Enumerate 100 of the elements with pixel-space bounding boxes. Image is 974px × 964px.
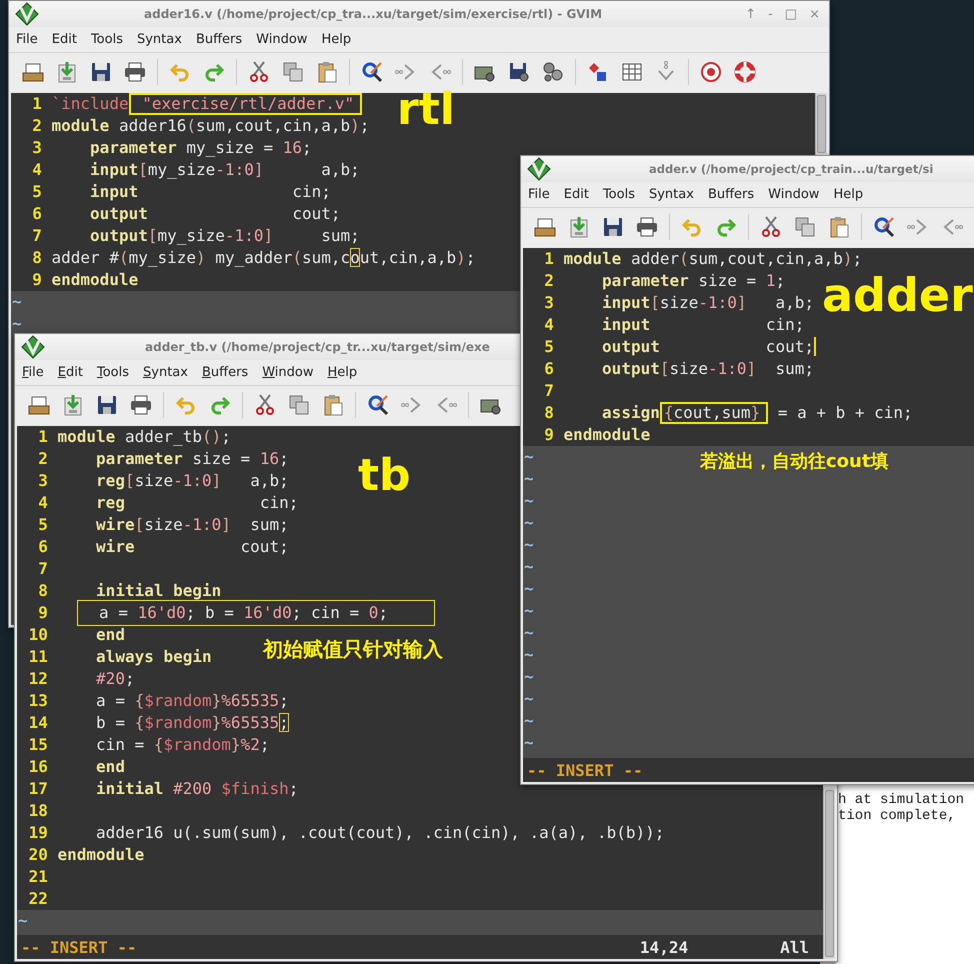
floppy-icon[interactable] [95, 393, 119, 417]
code-text: input cin; [601, 314, 804, 336]
line-number: 6 [37, 536, 48, 558]
line-number: 2 [37, 448, 48, 470]
menu-item[interactable]: Window [256, 32, 308, 47]
menu-item[interactable]: Edit [564, 187, 589, 202]
code-text: input cin; [89, 181, 331, 203]
code-text: parameter size = 1; [601, 270, 786, 292]
code-text: `include [52, 93, 129, 115]
code-text: input[my_size-1:0] a,b; [89, 159, 360, 181]
menu-item[interactable]: File [16, 32, 38, 47]
search-icon[interactable] [366, 393, 390, 417]
floppy-icon[interactable] [601, 215, 625, 239]
tilde-marker: ~ [524, 601, 534, 620]
menu-item[interactable]: Syntax [648, 187, 694, 202]
line-number: 1 [543, 248, 554, 270]
menu-item[interactable]: Buffers [708, 187, 754, 202]
code-text: #20; [95, 668, 135, 690]
code-text: endmodule [564, 424, 650, 446]
search-icon[interactable] [872, 215, 896, 239]
menu-item[interactable]: Window [768, 187, 820, 202]
annotation-label: 若溢出，自动往cout填 [700, 452, 888, 472]
highlight-box: "exercise/rtl/adder.v" [128, 93, 362, 115]
copy-icon[interactable] [281, 60, 305, 84]
menu-item[interactable]: Buffers [196, 32, 242, 47]
line-number: 6 [543, 358, 554, 380]
menu-item[interactable]: Window [262, 365, 314, 380]
floppy-gear-icon[interactable] [507, 60, 531, 84]
code-text: initial #200 $finish; [95, 778, 298, 800]
scrollbar[interactable] [815, 93, 827, 155]
menu-item[interactable]: Tools [96, 365, 129, 380]
tilde-marker: ~ [524, 469, 534, 488]
lifebuoy-icon[interactable] [733, 60, 757, 84]
scissors-icon[interactable] [253, 393, 277, 417]
tilde-marker: ~ [524, 557, 534, 576]
menu-item[interactable]: Syntax [143, 365, 188, 380]
line-number: 8 [543, 402, 554, 424]
code-text: assign [601, 402, 660, 424]
line-number: 20 [28, 844, 48, 866]
line-number: 1 [37, 426, 48, 448]
menu-item[interactable]: Syntax [136, 32, 182, 47]
code-text: module adder_tb(); [58, 426, 231, 448]
line-number: 14 [28, 712, 48, 734]
line-number: 8 [37, 580, 48, 602]
code-text: reg[size-1:0] a,b; [95, 470, 289, 492]
gears-icon[interactable] [541, 60, 565, 84]
code-text: endmodule [52, 269, 138, 291]
copy-icon[interactable] [287, 393, 311, 417]
line-number: 9 [31, 269, 42, 291]
code-text: end [95, 756, 125, 778]
printer-icon[interactable] [123, 60, 147, 84]
help-icon[interactable] [699, 60, 723, 84]
menu-item[interactable]: Tools [90, 32, 123, 47]
search-icon[interactable] [360, 60, 384, 84]
code-text: initial begin [95, 580, 222, 602]
line-number: 19 [28, 822, 48, 844]
code-text: adder16 u(.sum(sum), .cout(cout), .cin(cin), .a(a), .b(b)); [95, 822, 664, 844]
menu-item[interactable]: Help [327, 365, 358, 380]
scissors-icon[interactable] [247, 60, 271, 84]
printer-icon[interactable] [129, 393, 153, 417]
code-text: output[my_size-1:0] sum; [89, 225, 360, 247]
tilde-marker: ~ [524, 579, 534, 598]
window-title: adder_tb.v (/home/project/cp_tr...xu/target/sim/exe [145, 340, 490, 354]
line-number: 1 [31, 93, 42, 115]
line-number: 7 [543, 380, 554, 402]
line-number: 18 [28, 800, 48, 822]
menu-item[interactable]: Buffers [202, 365, 248, 380]
menu-item[interactable]: File [22, 365, 44, 380]
line-number: 4 [543, 314, 554, 336]
scroll-position: All [780, 938, 809, 956]
code-text: endmodule [58, 844, 144, 866]
line-number: 3 [31, 137, 42, 159]
highlight-box: {cout,sum} [660, 402, 768, 424]
window-title: adder16.v (/home/project/cp_tra...xu/target/sim/exercise/rtl) - GVIM [144, 7, 602, 21]
menu-item[interactable]: Edit [58, 365, 83, 380]
cursor-position: 14,24 [640, 938, 688, 956]
line-number: 5 [31, 181, 42, 203]
line-number: 22 [28, 888, 48, 910]
scrollbar[interactable] [823, 788, 835, 959]
line-number: 16 [28, 756, 48, 778]
menu-item[interactable]: Help [833, 187, 864, 202]
code-text: input[size-1:0] a,b; [601, 292, 814, 314]
floppy-icon[interactable] [89, 60, 113, 84]
menu-item[interactable]: Tools [602, 187, 635, 202]
annotation-label: tb [358, 452, 411, 500]
menu-item[interactable]: Edit [52, 32, 77, 47]
scissors-icon[interactable] [759, 215, 783, 239]
line-number: 11 [28, 646, 48, 668]
line-number: 3 [37, 470, 48, 492]
line-number: 9 [543, 424, 554, 446]
mode-indicator: -- INSERT -- [527, 760, 644, 780]
menu-item[interactable]: Help [321, 32, 352, 47]
code-text: output cout; [601, 336, 816, 358]
tilde-marker: ~ [12, 292, 22, 311]
tilde-marker: ~ [12, 314, 22, 333]
tilde-marker: ~ [524, 535, 534, 554]
copy-icon[interactable] [793, 215, 817, 239]
menu-item[interactable]: File [528, 187, 550, 202]
tilde-marker: ~ [524, 667, 534, 686]
printer-icon[interactable] [635, 215, 659, 239]
